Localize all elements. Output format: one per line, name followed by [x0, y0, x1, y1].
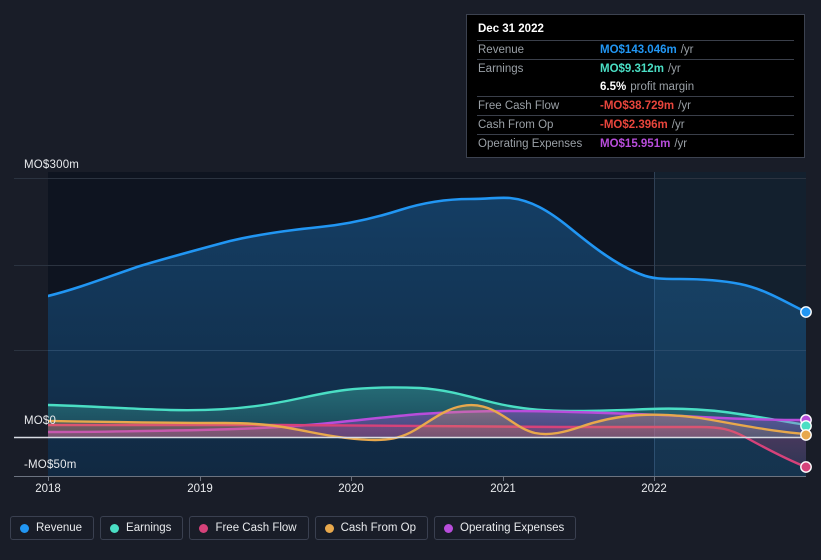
chart-legend: Revenue Earnings Free Cash Flow Cash Fro…: [10, 516, 577, 540]
tooltip-suffix-operating-expenses: /yr: [674, 138, 688, 150]
tooltip-suffix-profit-margin: profit margin: [630, 81, 695, 93]
endpoint-free-cash-flow: [800, 461, 812, 473]
x-axis-tick-2019: 2019: [187, 483, 213, 495]
legend-label-free-cash-flow: Free Cash Flow: [215, 522, 297, 534]
tooltip-value-operating-expenses: MO$15.951m: [600, 138, 671, 150]
tooltip-row-cash-from-op: Cash From Op -MO$2.396m /yr: [477, 115, 794, 134]
legend-label-earnings: Earnings: [126, 522, 172, 534]
endpoint-revenue: [800, 306, 812, 318]
tooltip-value-cash-from-op: -MO$2.396m: [600, 119, 668, 131]
legend-item-revenue[interactable]: Revenue: [10, 516, 95, 540]
tooltip-key-revenue: Revenue: [478, 44, 525, 56]
legend-dot-cash-from-op-icon: [324, 523, 334, 533]
legend-dot-free-cash-flow-icon: [199, 523, 209, 533]
tooltip-row-earnings: Earnings MO$9.312m /yr: [477, 59, 794, 78]
tooltip-date-title: Dec 31 2022: [478, 23, 544, 35]
legend-label-cash-from-op: Cash From Op: [340, 522, 417, 534]
endpoint-cash-from-op: [800, 429, 812, 441]
legend-dot-revenue-icon: [20, 523, 29, 533]
tooltip-value-free-cash-flow: -MO$38.729m: [600, 100, 675, 112]
tooltip-value-profit-margin: 6.5%: [600, 81, 627, 93]
tooltip-key-free-cash-flow: Free Cash Flow: [478, 100, 560, 112]
chart-tooltip: Dec 31 2022 Revenue MO$143.046m /yr Earn…: [466, 14, 805, 158]
legend-label-revenue: Revenue: [36, 522, 83, 534]
legend-item-cash-from-op[interactable]: Cash From Op: [314, 516, 429, 540]
tooltip-row-profit-margin: 6.5% profit margin: [477, 78, 794, 96]
tooltip-key-earnings: Earnings: [478, 63, 524, 75]
x-axis-tick-2022: 2022: [641, 483, 667, 495]
x-axis-tick-2020: 2020: [338, 483, 364, 495]
tooltip-suffix-revenue: /yr: [680, 44, 694, 56]
legend-item-free-cash-flow[interactable]: Free Cash Flow: [189, 516, 309, 540]
y-axis-label-zero: MO$0: [24, 415, 57, 427]
tooltip-suffix-earnings: /yr: [667, 63, 681, 75]
tooltip-value-revenue: MO$143.046m: [600, 44, 677, 56]
x-axis-tick-2018: 2018: [35, 483, 61, 495]
y-axis-label-negative: -MO$50m: [24, 459, 77, 471]
legend-dot-earnings-icon: [110, 523, 120, 533]
legend-item-earnings[interactable]: Earnings: [100, 516, 184, 540]
legend-dot-operating-expenses-icon: [444, 523, 454, 533]
tooltip-suffix-free-cash-flow: /yr: [678, 100, 691, 112]
tooltip-key-cash-from-op: Cash From Op: [478, 119, 554, 131]
financial-area-chart: MO$300m MO$0 -MO$50m 2018 2019 2020 2021…: [0, 0, 821, 560]
tooltip-key-operating-expenses: Operating Expenses: [478, 138, 583, 150]
tooltip-suffix-cash-from-op: /yr: [671, 119, 685, 131]
tooltip-value-earnings: MO$9.312m: [600, 63, 664, 75]
legend-label-operating-expenses: Operating Expenses: [460, 522, 565, 534]
legend-item-operating-expenses[interactable]: Operating Expenses: [434, 516, 577, 540]
tooltip-row-free-cash-flow: Free Cash Flow -MO$38.729m /yr: [477, 96, 794, 115]
y-axis-label-top: MO$300m: [24, 159, 80, 171]
tooltip-row-operating-expenses: Operating Expenses MO$15.951m /yr: [477, 134, 794, 153]
tooltip-row-revenue: Revenue MO$143.046m /yr: [477, 40, 794, 59]
x-axis-tick-2021: 2021: [490, 483, 516, 495]
